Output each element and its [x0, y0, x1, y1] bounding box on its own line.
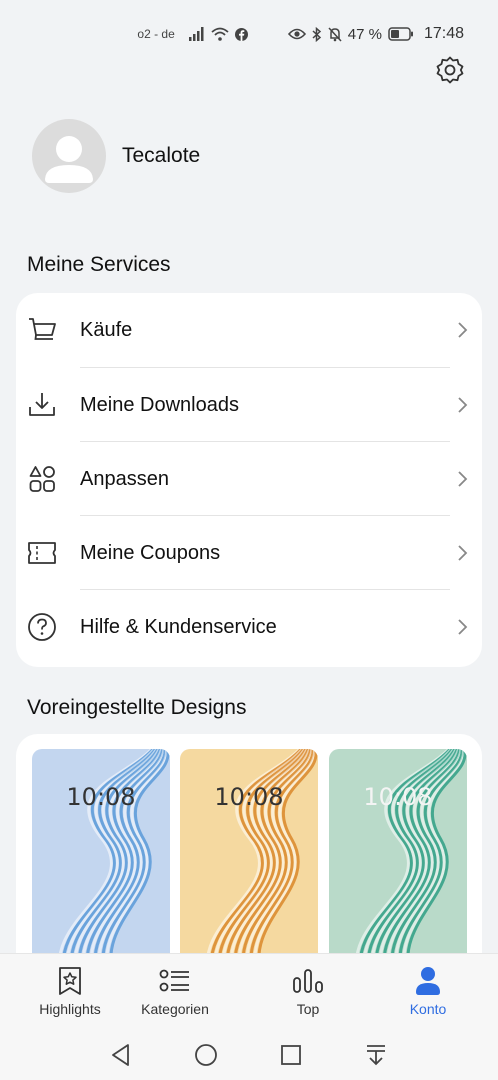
- mute-icon: [328, 26, 342, 42]
- back-button[interactable]: [108, 1042, 134, 1068]
- tab-categories[interactable]: Kategorien: [120, 966, 230, 1022]
- list-icon: [159, 966, 191, 996]
- theme-thumbnail-gold[interactable]: 10:08: [180, 749, 318, 979]
- chevron-right-icon: [454, 469, 470, 489]
- battery-percent: 47 %: [347, 25, 382, 43]
- service-item-coupons[interactable]: Meine Coupons: [16, 516, 482, 590]
- signal-icon: [188, 27, 205, 41]
- username: Tecalote: [122, 144, 201, 167]
- service-item-label: Käufe: [80, 318, 133, 341]
- settings-button[interactable]: [434, 56, 466, 88]
- person-icon: [414, 966, 442, 996]
- theme-clock: 10:08: [214, 783, 284, 811]
- tab-label: Konto: [409, 1001, 447, 1017]
- help-icon: [26, 611, 58, 643]
- avatar[interactable]: [32, 119, 106, 193]
- bluetooth-icon: [312, 26, 322, 42]
- theme-clock: 10:08: [363, 783, 433, 811]
- tab-top[interactable]: Top: [253, 966, 363, 1022]
- services-section-title: Meine Services: [27, 253, 171, 276]
- service-item-help[interactable]: Hilfe & Kundenservice: [16, 590, 482, 664]
- carrier-label: o2 - de: [137, 27, 175, 41]
- profile-header[interactable]: Tecalote: [32, 119, 200, 193]
- eye-icon: [287, 28, 306, 40]
- service-item-label: Meine Coupons: [80, 541, 221, 564]
- tab-highlights[interactable]: Highlights: [15, 966, 125, 1022]
- recents-button[interactable]: [278, 1042, 304, 1068]
- bar-chart-icon: [292, 966, 324, 996]
- home-button[interactable]: [193, 1042, 219, 1068]
- clock-time: 17:48: [423, 25, 464, 42]
- chevron-right-icon: [454, 617, 470, 637]
- customize-icon: [26, 463, 58, 495]
- chevron-right-icon: [454, 395, 470, 415]
- services-card: Käufe Meine Downloads Anpassen Meine Cou…: [16, 293, 482, 667]
- facebook-icon: [234, 27, 248, 41]
- theme-thumbnail-green[interactable]: 10:08: [329, 749, 467, 979]
- service-item-purchases[interactable]: Käufe: [16, 293, 482, 367]
- chevron-right-icon: [454, 320, 470, 340]
- notification-pulldown-button[interactable]: [363, 1042, 389, 1068]
- tab-label: Highlights: [39, 1001, 101, 1017]
- system-nav-bar: [0, 1034, 498, 1074]
- gear-icon: [435, 55, 465, 90]
- coupon-icon: [26, 537, 58, 569]
- chevron-right-icon: [454, 543, 470, 563]
- tab-label: Kategorien: [141, 1001, 209, 1017]
- service-item-label: Anpassen: [80, 467, 169, 490]
- tab-label: Top: [296, 1001, 320, 1017]
- battery-icon: [388, 27, 414, 41]
- star-bookmark-icon: [58, 966, 82, 996]
- service-item-label: Hilfe & Kundenservice: [80, 615, 277, 638]
- download-icon: [26, 389, 58, 421]
- service-item-downloads[interactable]: Meine Downloads: [16, 368, 482, 442]
- service-item-label: Meine Downloads: [80, 393, 239, 416]
- wifi-icon: [211, 27, 229, 41]
- tab-account[interactable]: Konto: [373, 966, 483, 1022]
- theme-clock: 10:08: [66, 783, 136, 811]
- designs-section-title: Voreingestellte Designs: [27, 696, 247, 719]
- theme-thumbnail-blue[interactable]: 10:08: [32, 749, 170, 979]
- cart-icon: [26, 314, 58, 346]
- service-item-customize[interactable]: Anpassen: [16, 442, 482, 516]
- status-bar: o2 - de 47 % 17:48: [0, 22, 498, 46]
